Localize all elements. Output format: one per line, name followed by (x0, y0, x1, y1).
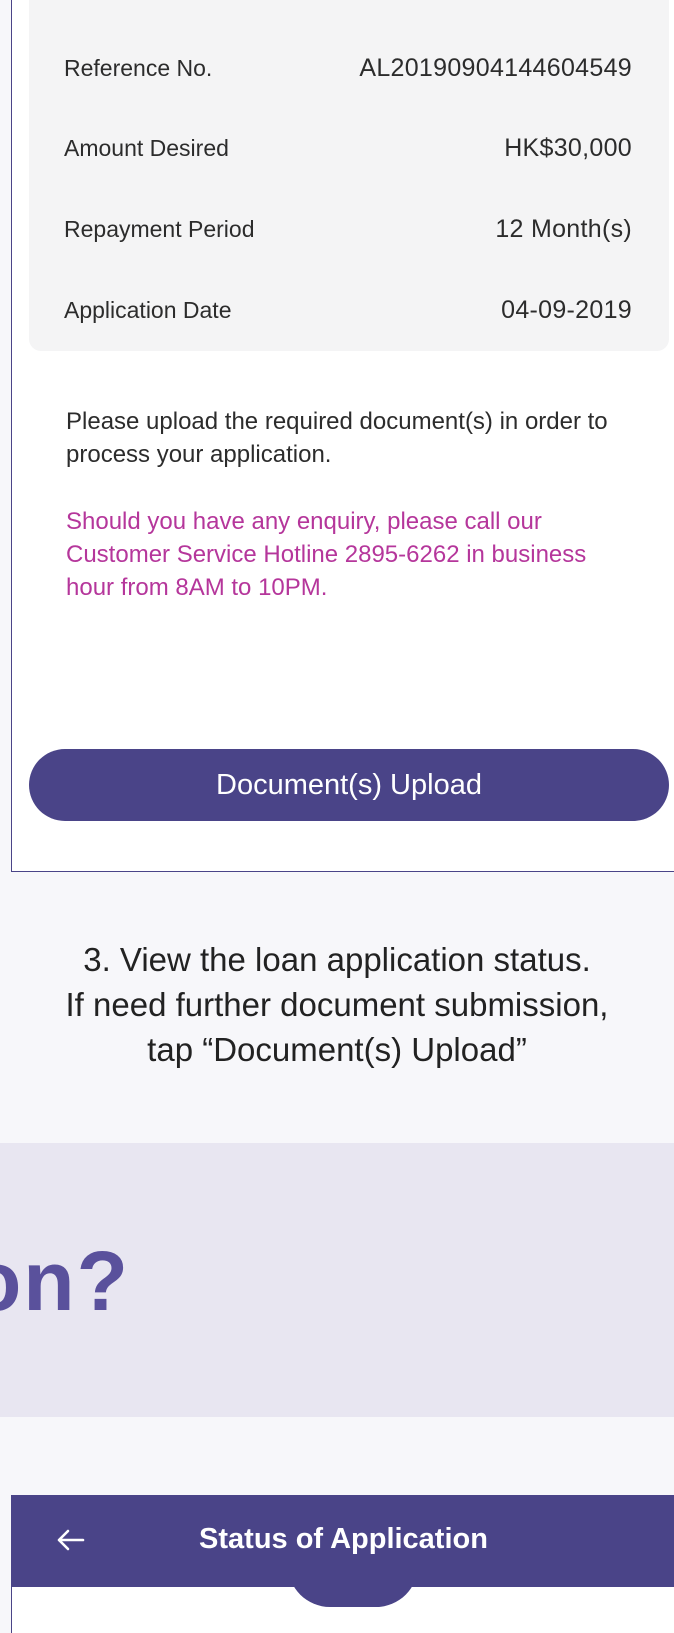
repayment-period-value: 12 Month(s) (495, 214, 632, 243)
application-date-row: Application Date 04-09-2019 (64, 293, 632, 327)
arrow-left-icon (55, 1522, 85, 1560)
amount-desired-value: HK$30,000 (504, 133, 632, 162)
application-info-card: Reference No. AL20190904144604549 Amount… (29, 0, 669, 351)
nav-bar-tab (288, 1565, 418, 1607)
repayment-period-row: Repayment Period 12 Month(s) (64, 212, 632, 246)
application-details-screen: Reference No. AL20190904144604549 Amount… (11, 0, 674, 872)
caption-line-2: If need further document submission, (65, 986, 609, 1023)
application-date-value: 04-09-2019 (501, 295, 632, 324)
reference-no-value: AL20190904144604549 (359, 53, 632, 82)
document-upload-button[interactable]: Document(s) Upload (29, 749, 669, 821)
enquiry-hotline-notice: Should you have any enquiry, please call… (66, 508, 587, 601)
upload-notice: Please upload the required document(s) i… (66, 408, 608, 468)
repayment-period-label: Repayment Period (64, 215, 255, 242)
reference-no-label: Reference No. (64, 54, 213, 81)
page-title: Status of Application (199, 1523, 488, 1555)
step-caption: 3. View the loan application status. If … (0, 937, 674, 1072)
amount-desired-row: Amount Desired HK$30,000 (64, 131, 632, 165)
section-banner: on? (0, 1143, 674, 1417)
caption-line-1: 3. View the loan application status. (83, 941, 591, 978)
status-of-application-screen: Status of Application (11, 1495, 674, 1633)
banner-heading: on? (0, 1234, 130, 1328)
amount-desired-label: Amount Desired (64, 134, 229, 161)
caption-line-3: tap “Document(s) Upload” (147, 1031, 527, 1068)
reference-no-row: Reference No. AL20190904144604549 (64, 51, 632, 85)
back-button[interactable] (48, 1519, 92, 1563)
application-date-label: Application Date (64, 296, 232, 323)
